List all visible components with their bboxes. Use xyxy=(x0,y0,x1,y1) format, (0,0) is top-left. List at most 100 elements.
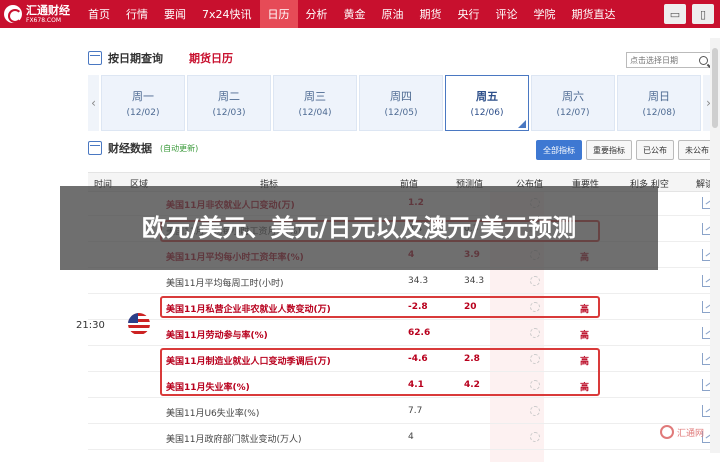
finance-data-title: 财经数据 xyxy=(108,142,152,155)
top-nav: 汇通财经 FX678.COM 首页 行情 要闻 7x24快讯 日历 分析 黄金 原油 期货 央行评… xyxy=(0,0,720,28)
nav-item[interactable]: 原油 xyxy=(374,0,412,28)
us-flag-icon xyxy=(128,313,150,335)
importance-value: 高 xyxy=(580,383,590,393)
watermark-text: 汇通网 xyxy=(677,428,705,439)
site-logo[interactable]: 汇通财经 FX678.COM xyxy=(0,0,80,28)
watermark-logo-icon xyxy=(660,425,674,439)
calendar-icon xyxy=(88,51,102,65)
watermark: 汇通网 xyxy=(660,425,704,439)
day-tab[interactable]: 周日 (12/08) xyxy=(617,75,701,131)
forecast-value: 4.2 xyxy=(464,380,480,390)
loading-spinner-icon xyxy=(530,354,540,364)
nav-item[interactable]: 期货 xyxy=(412,0,450,28)
day-tab[interactable]: 周四 (12/05) xyxy=(359,75,443,131)
release-time: 21:30 xyxy=(76,320,105,331)
day-date: (12/04) xyxy=(298,108,332,118)
loading-spinner-icon xyxy=(530,432,540,442)
search-icon[interactable] xyxy=(699,55,708,65)
importance-value: 高 xyxy=(580,357,590,367)
day-date: (12/06) xyxy=(470,108,504,118)
logo-mark-icon xyxy=(4,5,22,23)
day-name: 周六 xyxy=(562,90,584,103)
nav-item[interactable]: 7x24快讯 xyxy=(194,0,260,28)
data-icon xyxy=(88,141,102,155)
overlay-title: 欧元/美元、美元/日元以及澳元/美元预测 xyxy=(141,214,577,242)
prev-value: 4 xyxy=(408,432,414,442)
day-date: (12/08) xyxy=(642,108,676,118)
date-search-input[interactable] xyxy=(627,55,697,65)
prev-value: -4.6 xyxy=(408,354,428,364)
day-name: 周日 xyxy=(648,90,670,103)
day-tab[interactable]: 周六 (12/07) xyxy=(531,75,615,131)
table-row[interactable]: 美国11月制造业就业人口变动季调后(万) -4.6 2.8 高 xyxy=(88,348,720,372)
loading-spinner-icon xyxy=(530,406,540,416)
day-date: (12/05) xyxy=(384,108,418,118)
prev-value: 62.6 xyxy=(408,328,431,338)
date-search[interactable] xyxy=(626,52,714,68)
forecast-value: 34.3 xyxy=(464,276,485,286)
nav-item[interactable]: 学院 xyxy=(526,0,564,28)
day-strip: ‹ 周一 (12/02) 周二 (12/03) 周三 (12/04) 周四 (12/05) 周五… xyxy=(88,74,714,132)
loading-spinner-icon xyxy=(530,380,540,390)
indicator-name: 美国11月政府部门就业变动(万人) xyxy=(166,435,302,445)
table-row[interactable]: 美国11月私营企业非农就业人数变动(万) -2.8 20 高 xyxy=(88,296,720,320)
importance-value: 高 xyxy=(580,305,590,315)
indicator-name: 美国11月U6失业率(%) xyxy=(166,409,260,419)
table-row[interactable]: 美国11月政府部门就业变动(万人) 4 xyxy=(88,426,720,450)
indicator-name: 美国11月失业率(%) xyxy=(166,383,250,393)
day-date: (12/07) xyxy=(556,108,590,118)
day-tab[interactable]: 周三 (12/04) xyxy=(273,75,357,131)
desktop-icon[interactable]: ▭ xyxy=(664,4,686,24)
forecast-value: 2.8 xyxy=(464,354,480,364)
day-name: 周五 xyxy=(476,90,498,103)
prev-value: 7.7 xyxy=(408,406,423,416)
logo-text: 汇通财经 xyxy=(26,3,70,17)
futures-calendar-link[interactable]: 期货日历 xyxy=(189,50,233,66)
day-name: 周二 xyxy=(218,90,240,103)
loading-spinner-icon xyxy=(530,276,540,286)
nav-item[interactable]: 黄金 xyxy=(336,0,374,28)
prev-value: 34.3 xyxy=(408,276,429,286)
day-name: 周三 xyxy=(304,90,326,103)
nav-item[interactable]: 要闻 xyxy=(156,0,194,28)
prev-value: -2.8 xyxy=(408,302,428,312)
importance-value: 高 xyxy=(580,331,590,341)
nav-item[interactable]: 期货直达 xyxy=(564,0,624,28)
day-tab[interactable]: 周一 (12/02) xyxy=(101,75,185,131)
filter-button[interactable]: 重要指标 xyxy=(586,140,632,160)
day-name: 周一 xyxy=(132,90,154,103)
filter-button[interactable]: 全部指标 xyxy=(536,140,582,160)
day-name: 周四 xyxy=(390,90,412,103)
logo-domain: FX678.COM xyxy=(26,16,62,24)
day-tab[interactable]: 周二 (12/03) xyxy=(187,75,271,131)
nav-item[interactable]: 央行 xyxy=(450,0,488,28)
section-title: 按日期查询 xyxy=(108,52,163,65)
forecast-value: 20 xyxy=(464,302,477,312)
table-row[interactable]: 美国11月U6失业率(%) 7.7 xyxy=(88,400,720,424)
nav-item[interactable]: 行情 xyxy=(118,0,156,28)
indicator-name: 美国11月私营企业非农就业人数变动(万) xyxy=(166,305,331,315)
indicator-name: 美国11月劳动参与率(%) xyxy=(166,331,268,341)
table-row[interactable]: 美国11月失业率(%) 4.1 4.2 高 xyxy=(88,374,720,398)
prev-value: 4.1 xyxy=(408,380,424,390)
scroll-thumb[interactable] xyxy=(712,48,718,128)
scrollbar[interactable] xyxy=(710,38,720,453)
day-date: (12/02) xyxy=(126,108,160,118)
nav-item[interactable]: 分析 xyxy=(298,0,336,28)
day-date: (12/03) xyxy=(212,108,246,118)
loading-spinner-icon xyxy=(530,328,540,338)
table-row[interactable]: 美国11月劳动参与率(%) 62.6 高 xyxy=(88,322,720,346)
prev-week-arrow-icon[interactable]: ‹ xyxy=(88,75,99,131)
mobile-icon[interactable]: ▯ xyxy=(692,4,714,24)
nav-item[interactable]: 首页 xyxy=(80,0,118,28)
indicator-name: 美国11月平均每周工时(小时) xyxy=(166,279,284,289)
table-row[interactable]: 美国11月平均每周工时(小时) 34.3 34.3 xyxy=(88,270,720,294)
filter-button[interactable]: 已公布 xyxy=(636,140,674,160)
nav-item[interactable]: 日历 xyxy=(259,0,298,28)
loading-spinner-icon xyxy=(530,302,540,312)
day-tab[interactable]: 周五 (12/06) xyxy=(445,75,529,131)
nav-item[interactable]: 评论 xyxy=(488,0,526,28)
article-title-overlay: 欧元/美元、美元/日元以及澳元/美元预测 xyxy=(60,186,658,270)
auto-update-label: (自动更新) xyxy=(160,143,199,153)
indicator-name: 美国11月制造业就业人口变动季调后(万) xyxy=(166,357,331,367)
